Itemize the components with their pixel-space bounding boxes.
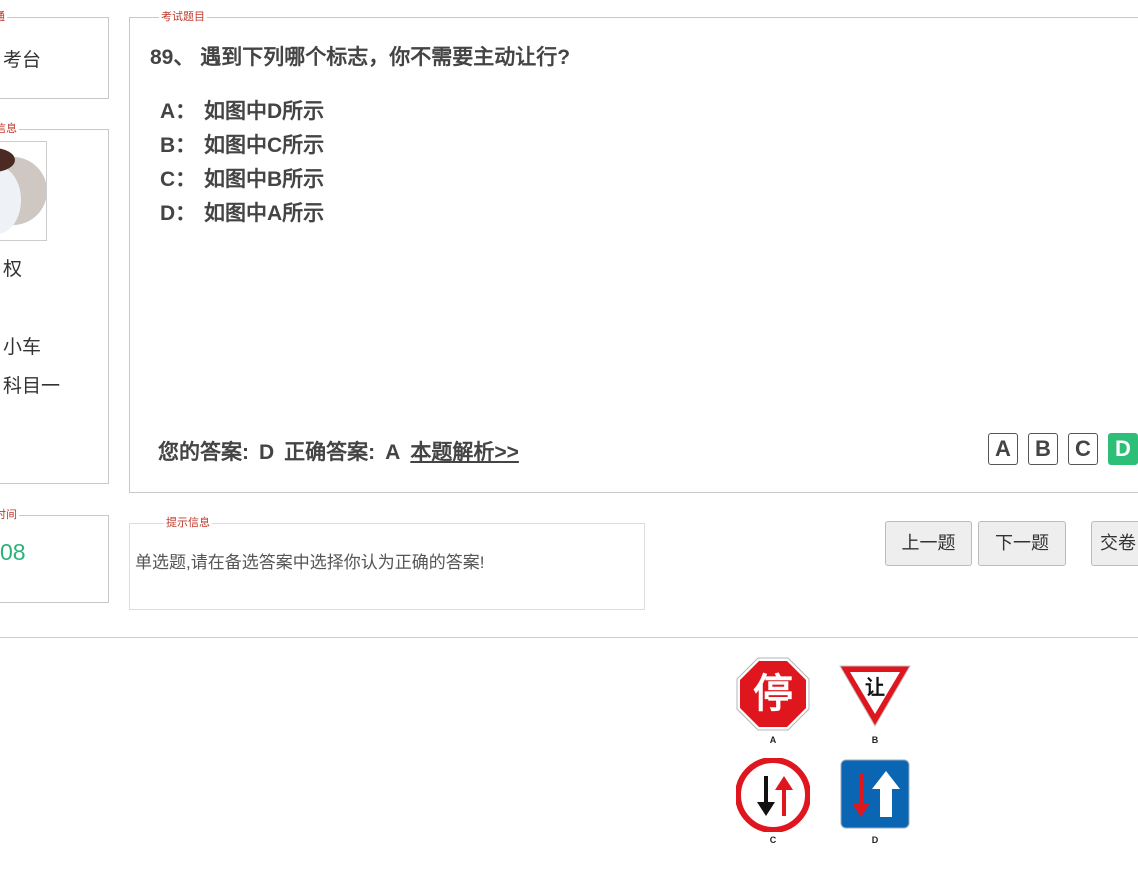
correct-answer-value: A (385, 441, 401, 464)
your-answer-label: 您的答案: (158, 441, 249, 464)
option-key: D： (160, 202, 197, 225)
option-text: 如图中C所示 (204, 134, 325, 157)
answer-button-b[interactable]: B (1028, 433, 1058, 465)
exam-room-text: 考台 (3, 50, 42, 71)
option-a: A： 如图中D所示 (160, 95, 324, 125)
candidate-name: 权 (3, 259, 23, 280)
candidate-info-legend: 信息 (0, 122, 19, 136)
option-key: B： (160, 134, 197, 157)
option-b: B： 如图中C所示 (160, 129, 324, 159)
divider (0, 637, 1138, 638)
give-way-oncoming-sign-image (735, 757, 811, 837)
yield-sign-text: 让 (865, 675, 885, 699)
option-text: 如图中B所示 (204, 168, 325, 191)
hint-legend: 提示信息 (164, 516, 212, 530)
answer-button-d[interactable]: D (1108, 433, 1138, 465)
time-legend: 时间 (0, 508, 19, 522)
stop-sign-text: 停 (753, 671, 793, 717)
option-c: C： 如图中B所示 (160, 163, 324, 193)
sign-label-b: B (871, 735, 879, 745)
option-text: 如图中D所示 (204, 100, 325, 123)
avatar (0, 141, 47, 241)
exam-subject: 科目一 (3, 376, 61, 397)
priority-oncoming-sign-image (840, 759, 910, 834)
question-title: 89、 遇到下列哪个标志，你不需要主动让行? (150, 46, 571, 69)
stop-sign-image: 停 (736, 657, 810, 736)
submit-exam-button[interactable]: 交卷 (1091, 521, 1138, 566)
hint-text: 单选题,请在备选答案中选择你认为正确的答案! (135, 553, 485, 572)
question-legend: 考试题目 (159, 10, 207, 24)
answer-summary: 您的答案: D 正确答案: A 本题解析>> (158, 436, 519, 466)
sign-label-d: D (871, 835, 879, 845)
yield-sign-image: 让 (838, 664, 912, 733)
correct-answer-label: 正确答案: (284, 441, 376, 464)
option-key: A： (160, 100, 197, 123)
exam-room-legend: 点通 (0, 10, 7, 24)
sign-label-a: A (769, 735, 777, 745)
prev-question-button[interactable]: 上一题 (885, 521, 972, 566)
your-answer-value: D (259, 441, 275, 464)
analysis-link[interactable]: 本题解析>> (410, 441, 519, 464)
car-type: 小车 (3, 337, 42, 358)
next-question-button[interactable]: 下一题 (978, 521, 1066, 566)
question-panel: 考试题目 (129, 10, 1138, 493)
option-key: C： (160, 168, 197, 191)
option-d: D： 如图中A所示 (160, 197, 324, 227)
answer-button-a[interactable]: A (988, 433, 1018, 465)
answer-button-c[interactable]: C (1068, 433, 1098, 465)
remaining-time: 08 (0, 539, 26, 565)
sign-label-c: C (769, 835, 777, 845)
option-text: 如图中A所示 (204, 202, 325, 225)
